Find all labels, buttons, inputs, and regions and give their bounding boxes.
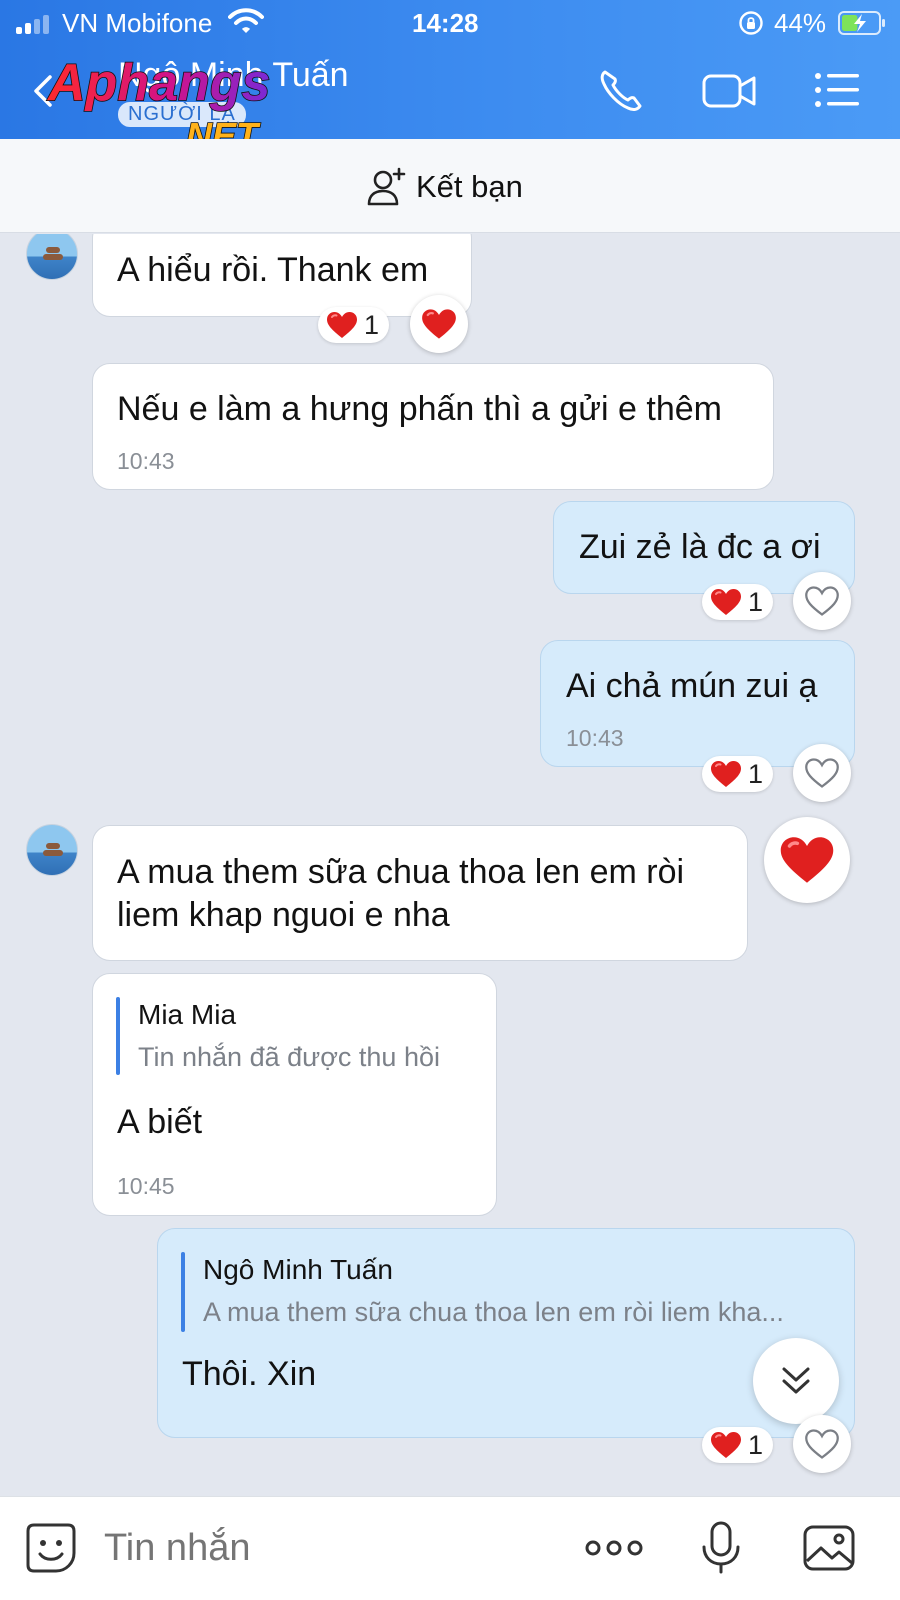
signal-icon [16, 14, 52, 34]
microphone-icon[interactable] [694, 1521, 748, 1575]
message-time: 10:43 [117, 448, 175, 474]
reaction-summary[interactable]: 1 [318, 307, 390, 343]
message-list[interactable]: A hiểu rồi. Thank em 1 Nếu e làm a hưng … [0, 234, 900, 1496]
message-bubble[interactable]: A mua them sữa chua thoa len em ròi liem… [92, 825, 748, 961]
battery-icon [838, 11, 885, 35]
reply-quote-bar [181, 1252, 185, 1332]
chevron-double-down-icon [782, 1367, 810, 1394]
message-text: A hiểu rồi. Thank em [117, 251, 429, 289]
react-button[interactable] [410, 295, 468, 353]
reaction-count: 1 [748, 1429, 764, 1460]
reply-quote-text: A mua them sữa chua thoa len em ròi liem… [203, 1297, 784, 1327]
wifi-icon [228, 8, 264, 33]
video-icon[interactable] [702, 66, 756, 116]
battery-percent: 44% [774, 8, 827, 38]
reaction-count: 1 [748, 586, 764, 617]
message-bubble[interactable]: Ngô Minh Tuấn A mua them sữa chua thoa l… [157, 1228, 855, 1438]
scroll-to-bottom-button[interactable] [753, 1338, 839, 1424]
add-user-icon [367, 167, 406, 206]
reply-quote-text: Tin nhắn đã được thu hồi [138, 1042, 440, 1072]
rotation-lock-icon [739, 11, 763, 35]
message-bubble[interactable]: Nếu e làm a hưng phấn thì a gửi e thêm 1… [92, 363, 774, 490]
heart-outline-icon [804, 757, 840, 789]
message-text: A biết [117, 1103, 203, 1141]
message-input-bar [0, 1496, 900, 1600]
message-input[interactable] [104, 1527, 564, 1570]
phone-icon[interactable] [596, 66, 646, 116]
reaction-summary[interactable]: 1 [702, 1427, 774, 1463]
react-button[interactable] [764, 817, 850, 903]
react-button[interactable] [793, 744, 851, 802]
message-bubble[interactable]: Mia Mia Tin nhắn đã được thu hồi A biết … [92, 973, 497, 1216]
reply-quote-name: Mia Mia [138, 999, 237, 1030]
reaction-summary[interactable]: 1 [702, 756, 774, 792]
heart-icon [710, 1431, 742, 1459]
message-time: 10:43 [566, 725, 624, 751]
add-friend-button[interactable]: Kết bạn [366, 165, 523, 209]
sticker-icon[interactable] [24, 1521, 78, 1575]
heart-outline-icon [804, 1428, 840, 1460]
react-button[interactable] [793, 1415, 851, 1473]
message-bubble[interactable]: A hiểu rồi. Thank em [92, 234, 472, 317]
heart-icon [710, 760, 742, 788]
message-text: Zui zẻ là đc a ơi [579, 528, 821, 566]
react-button[interactable] [793, 572, 851, 630]
carrier-name: VN Mobifone [62, 8, 213, 38]
more-icon[interactable] [584, 1521, 644, 1575]
heart-icon [421, 308, 457, 340]
reply-quote-name: Ngô Minh Tuấn [203, 1254, 393, 1285]
reaction-summary[interactable]: 1 [702, 584, 774, 620]
heart-outline-icon [804, 585, 840, 617]
contact-avatar[interactable] [26, 824, 78, 876]
reaction-count: 1 [748, 758, 764, 789]
message-text: Nếu e làm a hưng phấn thì a gửi e thêm [117, 390, 722, 428]
reaction-count: 1 [364, 309, 380, 340]
status-bar: VN Mobifone 14:28 44% [0, 0, 900, 46]
status-time: 14:28 [412, 8, 479, 38]
heart-icon [710, 588, 742, 616]
heart-icon [326, 311, 358, 339]
message-text: Ai chả mún zui ạ [566, 667, 818, 705]
chat-header: VN Mobifone 14:28 44% Ngô Minh Tuấn NGƯỜ… [0, 0, 900, 154]
image-icon[interactable] [802, 1521, 856, 1575]
heart-icon [779, 835, 835, 885]
message-time: 10:45 [117, 1173, 175, 1199]
svg-text:Aphangs: Aphangs [46, 54, 270, 112]
menu-icon[interactable] [812, 66, 862, 116]
contact-avatar[interactable] [26, 234, 78, 280]
reply-quote-bar [116, 997, 120, 1075]
add-friend-label: Kết bạn [416, 169, 523, 204]
message-text: Thôi. Xin [182, 1355, 317, 1393]
add-friend-bar: Kết bạn [0, 139, 900, 233]
message-text: A mua them sữa chua thoa len em ròi liem… [117, 853, 685, 934]
